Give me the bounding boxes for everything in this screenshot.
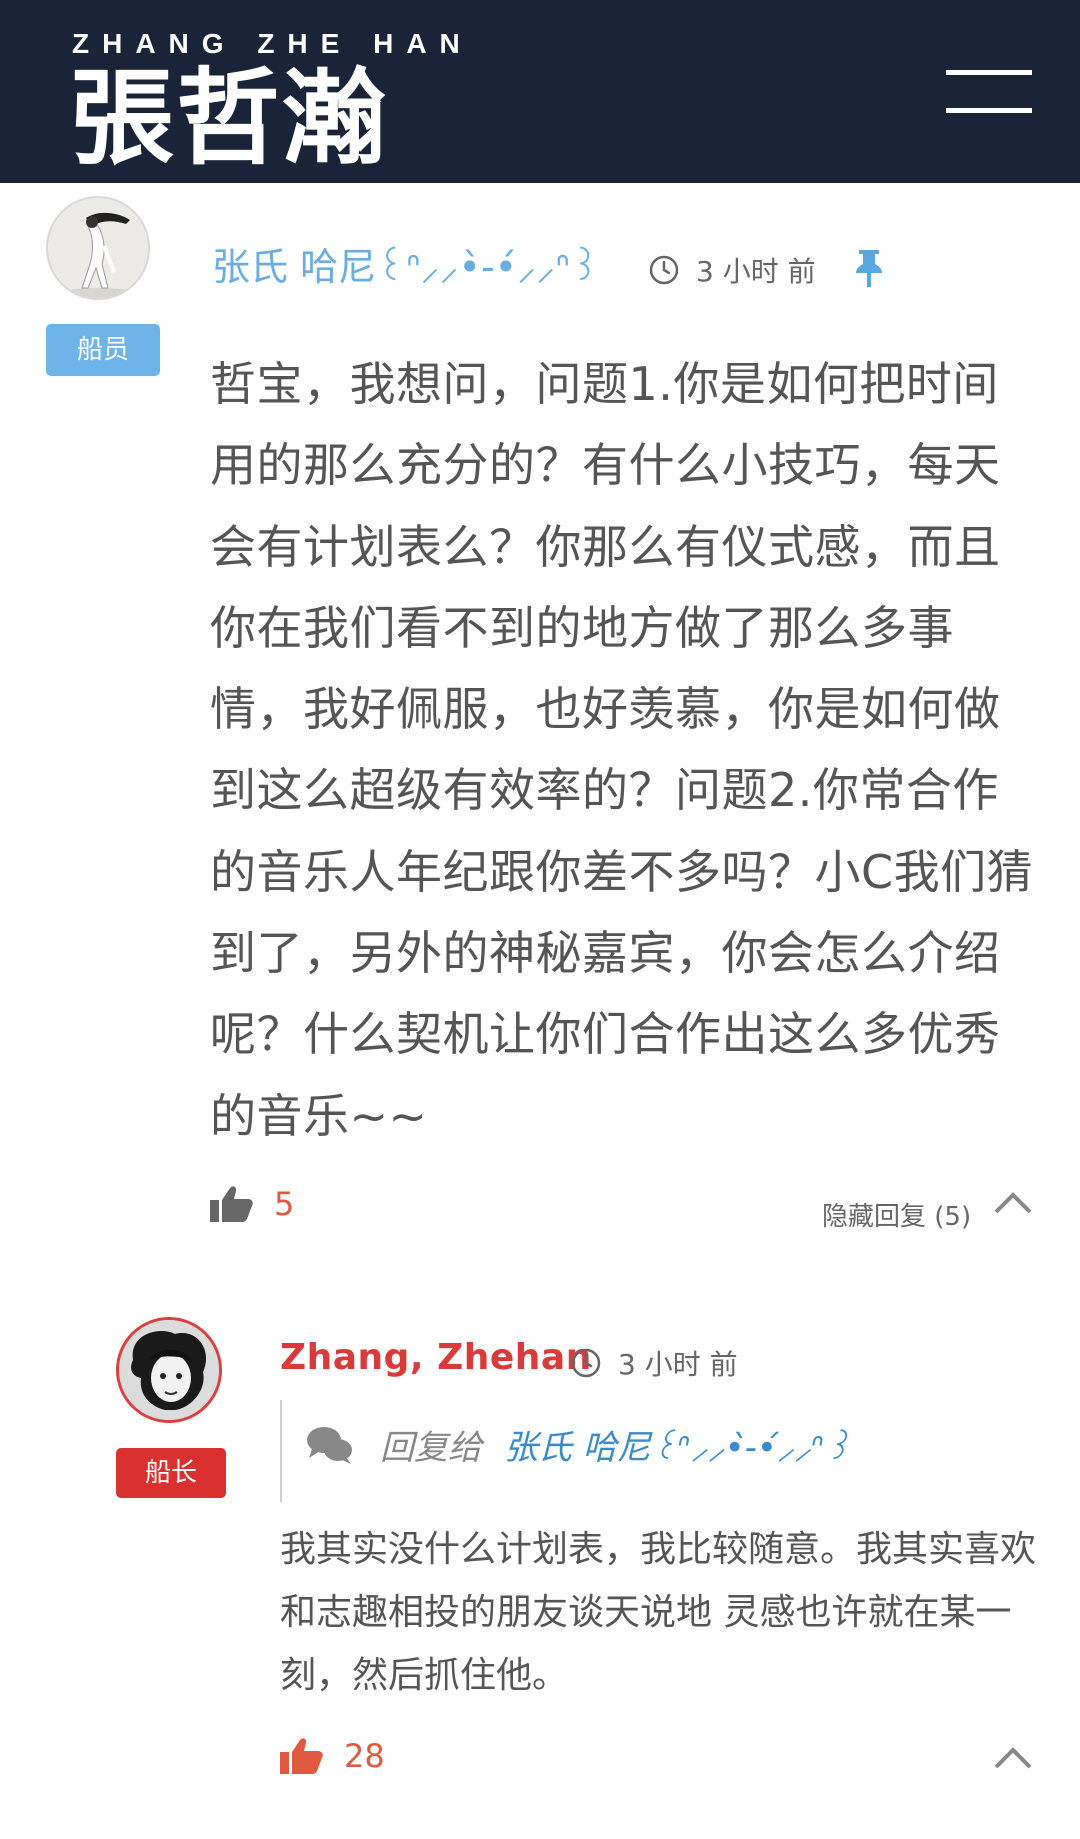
reply-author-avatar[interactable] [116,1317,222,1423]
chat-bubbles-icon [307,1426,352,1464]
commenter-name[interactable]: 张氏 哈尼꒰ᐢ⸝⸝•̀-•́⸝⸝ᐢ꒱ [212,236,600,292]
clock-icon [649,255,679,285]
member-role-badge: 船员 [46,324,160,376]
reply-like-count: 28 [344,1737,385,1775]
chevron-up-icon[interactable] [993,1190,1033,1216]
hide-replies-link[interactable]: 隐藏回复 (5) [822,1196,971,1233]
reply-body: 我其实没什么计划表，我比较随意。我其实喜欢和志趣相投的朋友谈天说地 灵感也许就在… [280,1529,1037,1696]
site-header: ZHANG ZHE HAN 張哲瀚 [0,0,1080,183]
hamburger-menu-icon[interactable] [946,70,1032,114]
reply-author-name[interactable]: Zhang, Zhehan [280,1337,592,1378]
thumbs-up-icon [210,1186,253,1222]
reply-to-username[interactable]: 张氏 哈尼꒰ᐢ⸝⸝•̀-•́⸝⸝ᐢ꒱ [504,1420,851,1469]
reply-to-line: 回复给 张氏 哈尼꒰ᐢ⸝⸝•̀-•́⸝⸝ᐢ꒱ [306,1420,851,1469]
chevron-up-icon[interactable] [993,1745,1033,1771]
like-button[interactable]: 5 [210,1184,294,1224]
reply-time-text: 3 小时 前 [618,1348,738,1381]
clock-icon [571,1348,601,1378]
reply-like-button[interactable]: 28 [280,1736,385,1776]
reply-to-label: 回复给 [380,1428,482,1468]
reply-timestamp: 3 小时 前 [570,1343,738,1383]
thumbs-up-icon [280,1738,323,1774]
captain-role-badge: 船长 [116,1448,226,1498]
comment-time-text: 3 小时 前 [696,255,816,288]
logo-chinese[interactable]: 張哲瀚 [70,58,388,178]
commenter-avatar[interactable] [46,196,150,300]
comment-timestamp: 3 小时 前 [648,250,816,290]
like-count: 5 [274,1185,295,1223]
reply-to-quote-bar [280,1400,292,1502]
comment-body: 哲宝，我想问，问题1.你是如何把时间用的那么充分的？有什么小技巧，每天会有计划表… [210,357,1034,1143]
pin-icon [852,248,886,292]
